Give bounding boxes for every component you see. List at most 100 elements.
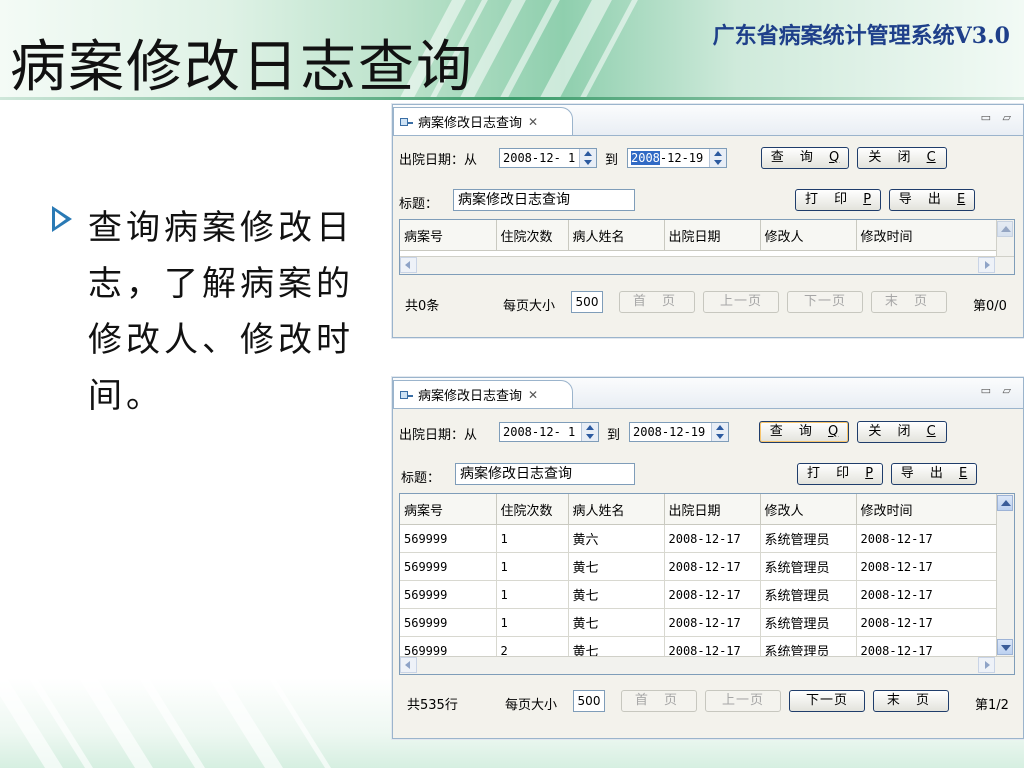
minimize-maximize-icon[interactable]: ▭ ▱	[981, 384, 1015, 397]
first-page-button[interactable]: 首 页	[621, 690, 697, 712]
date-to-rest-text: -12-19	[659, 151, 704, 165]
scroll-left-icon[interactable]	[400, 257, 417, 273]
spinner-icon[interactable]	[581, 423, 598, 441]
col-header[interactable]: 住院次数	[496, 494, 569, 525]
page-size-input[interactable]: 500	[571, 291, 603, 313]
row-count-label: 共0条	[405, 299, 440, 314]
cell-modifier: 系统管理员	[760, 608, 857, 637]
to-label: 到	[605, 153, 619, 168]
tab-modify-log[interactable]: 病案修改日志查询 ✕	[393, 107, 573, 135]
page-size-label: 每页大小	[505, 698, 558, 713]
cell-modify-time: 2008-12-17	[856, 552, 997, 581]
col-header[interactable]: 修改时间	[856, 494, 997, 525]
row-count-label: 共535行	[407, 698, 458, 713]
horizontal-scrollbar[interactable]	[400, 256, 1014, 274]
query-window-empty: 病案修改日志查询 ✕ ▭ ▱ 出院日期：从 2008-12- 1 到 2008-…	[392, 104, 1024, 338]
title-label: 标题：	[399, 197, 439, 212]
vertical-scrollbar[interactable]	[996, 220, 1014, 256]
table-row[interactable]: 569999 1 黄七 2008-12-17 系统管理员 2008-12-17	[400, 580, 997, 609]
date-from-field[interactable]: 2008-12- 1	[499, 422, 599, 442]
cell-patient-name: 黄七	[568, 580, 665, 609]
vertical-scrollbar[interactable]	[996, 494, 1014, 656]
cell-discharge-date: 2008-12-17	[664, 580, 761, 609]
scroll-up-icon[interactable]	[997, 221, 1013, 237]
prev-page-button[interactable]: 上一页	[703, 291, 779, 313]
horizontal-scrollbar[interactable]	[400, 656, 1014, 674]
minimize-maximize-icon[interactable]: ▭ ▱	[981, 111, 1015, 124]
table-row[interactable]: 569999 1 黄七 2008-12-17 系统管理员 2008-12-17	[400, 608, 997, 637]
grid-header-row: 病案号 住院次数 病人姓名 出院日期 修改人 修改时间	[400, 220, 997, 251]
cell-modify-time: 2008-12-17	[856, 608, 997, 637]
date-to-field[interactable]: 2008-12-19	[627, 148, 727, 168]
cell-record-no: 569999	[400, 552, 497, 581]
close-icon[interactable]: ✕	[528, 388, 538, 402]
spinner-icon[interactable]	[709, 149, 726, 167]
date-from-field[interactable]: 2008-12- 1	[499, 148, 597, 168]
scroll-up-icon[interactable]	[997, 495, 1013, 511]
scroll-right-icon[interactable]	[978, 257, 995, 273]
bullet-text: 查询病案修改日志，了解病案的修改人、修改时间。	[88, 208, 354, 416]
col-header[interactable]: 住院次数	[496, 220, 569, 251]
cell-admission-count: 1	[496, 608, 569, 637]
date-from-value: 2008-12- 1	[503, 425, 576, 439]
date-to-value: 2008-12-19	[633, 425, 706, 439]
page-indicator: 第0/0	[973, 299, 1007, 314]
title-input[interactable]: 病案修改日志查询	[455, 463, 635, 485]
col-header[interactable]: 修改人	[760, 220, 857, 251]
cell-record-no: 569999	[400, 580, 497, 609]
cell-discharge-date: 2008-12-17	[664, 552, 761, 581]
cell-patient-name: 黄七	[568, 608, 665, 637]
discharge-date-label: 出院日期：从	[399, 153, 478, 168]
col-header[interactable]: 出院日期	[664, 220, 761, 251]
cell-modify-time: 2008-12-17	[856, 524, 997, 553]
spinner-icon[interactable]	[711, 423, 728, 441]
cell-discharge-date: 2008-12-17	[664, 524, 761, 553]
col-header[interactable]: 病案号	[400, 220, 497, 251]
last-page-button[interactable]: 末 页	[871, 291, 947, 313]
close-icon[interactable]: ✕	[528, 115, 538, 129]
bullet-point: 查询病案修改日志，了解病案的修改人、修改时间。	[52, 200, 372, 424]
print-button[interactable]: 打 印 P	[795, 189, 881, 211]
col-header[interactable]: 病案号	[400, 494, 497, 525]
discharge-date-label: 出院日期：从	[399, 428, 478, 443]
print-button[interactable]: 打 印 P	[797, 463, 883, 485]
table-row[interactable]: 569999 1 黄七 2008-12-17 系统管理员 2008-12-17	[400, 552, 997, 581]
page-size-input[interactable]: 500	[573, 690, 605, 712]
date-from-value: 2008-12- 1	[503, 151, 576, 165]
next-page-button[interactable]: 下一页	[787, 291, 863, 313]
col-header[interactable]: 修改时间	[856, 220, 997, 251]
scroll-right-icon[interactable]	[978, 657, 995, 673]
cell-modifier: 系统管理员	[760, 524, 857, 553]
scroll-left-icon[interactable]	[400, 657, 417, 673]
tab-modify-log[interactable]: 病案修改日志查询 ✕	[393, 380, 573, 408]
spinner-icon[interactable]	[579, 149, 596, 167]
export-button[interactable]: 导 出 E	[889, 189, 975, 211]
next-page-button[interactable]: 下一页	[789, 690, 865, 712]
title-input[interactable]: 病案修改日志查询	[453, 189, 635, 211]
page-indicator: 第1/2	[975, 698, 1009, 713]
close-button[interactable]: 关 闭 C	[857, 147, 947, 169]
query-button[interactable]: 查 询 Q	[759, 421, 849, 443]
cell-modifier: 系统管理员	[760, 552, 857, 581]
tree-icon	[400, 116, 414, 128]
first-page-button[interactable]: 首 页	[619, 291, 695, 313]
close-button[interactable]: 关 闭 C	[857, 421, 947, 443]
prev-page-button[interactable]: 上一页	[705, 690, 781, 712]
export-button[interactable]: 导 出 E	[891, 463, 977, 485]
cell-patient-name: 黄七	[568, 552, 665, 581]
title-label: 标题：	[401, 471, 441, 486]
last-page-button[interactable]: 末 页	[873, 690, 949, 712]
table-row[interactable]: 569999 1 黄六 2008-12-17 系统管理员 2008-12-17	[400, 524, 997, 553]
query-button[interactable]: 查 询 Q	[761, 147, 849, 169]
result-grid: 病案号 住院次数 病人姓名 出院日期 修改人 修改时间 569999 1 黄六 …	[399, 493, 1015, 675]
col-header[interactable]: 病人姓名	[568, 220, 665, 251]
scroll-down-icon[interactable]	[997, 639, 1013, 655]
col-header[interactable]: 出院日期	[664, 494, 761, 525]
tab-bar: 病案修改日志查询 ✕ ▭ ▱	[393, 378, 1023, 409]
tab-label: 病案修改日志查询	[418, 116, 523, 131]
col-header[interactable]: 修改人	[760, 494, 857, 525]
col-header[interactable]: 病人姓名	[568, 494, 665, 525]
slide-title: 病案修改日志查询	[10, 35, 474, 100]
cell-admission-count: 1	[496, 552, 569, 581]
date-to-field[interactable]: 2008-12-19	[629, 422, 729, 442]
